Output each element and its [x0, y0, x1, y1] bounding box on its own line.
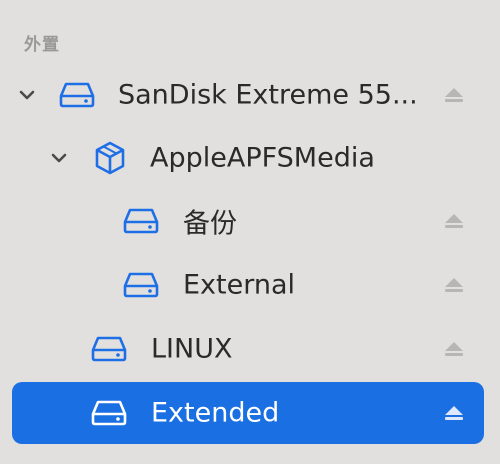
container-cube-icon — [95, 141, 125, 175]
eject-icon[interactable] — [444, 405, 464, 421]
sidebar-item-linux[interactable]: LINUX — [12, 318, 484, 380]
external-drive-icon — [59, 82, 95, 108]
sidebar-item-label: SanDisk Extreme 55... — [118, 79, 418, 111]
volume-drive-icon — [123, 208, 159, 234]
sidebar-item-label: AppleAPFSMedia — [150, 142, 375, 174]
sidebar-item-extended[interactable]: Extended — [12, 382, 484, 444]
volume-drive-icon — [91, 400, 127, 426]
sidebar-item-label: External — [183, 269, 296, 301]
sidebar-item-backup[interactable]: 备份 — [12, 190, 484, 252]
chevron-down-icon[interactable] — [48, 147, 70, 169]
eject-icon[interactable] — [444, 213, 464, 229]
sidebar-item-label: 备份 — [183, 208, 237, 240]
sidebar-item-external[interactable]: External — [12, 254, 484, 316]
disk-utility-sidebar: 外置 SanDisk Extreme 55... AppleAPFSMedia — [0, 0, 500, 464]
eject-icon[interactable] — [444, 341, 464, 357]
eject-icon[interactable] — [444, 87, 464, 103]
sidebar-item-apfs-container[interactable]: AppleAPFSMedia — [12, 127, 484, 189]
sidebar-item-label: Extended — [151, 397, 280, 429]
volume-drive-icon — [123, 272, 159, 298]
chevron-down-icon[interactable] — [16, 84, 38, 106]
section-header-external: 外置 — [24, 35, 60, 55]
sidebar-item-label: LINUX — [151, 333, 233, 365]
volume-drive-icon — [91, 336, 127, 362]
eject-icon[interactable] — [444, 277, 464, 293]
sidebar-item-sandisk-extreme[interactable]: SanDisk Extreme 55... — [12, 64, 484, 126]
